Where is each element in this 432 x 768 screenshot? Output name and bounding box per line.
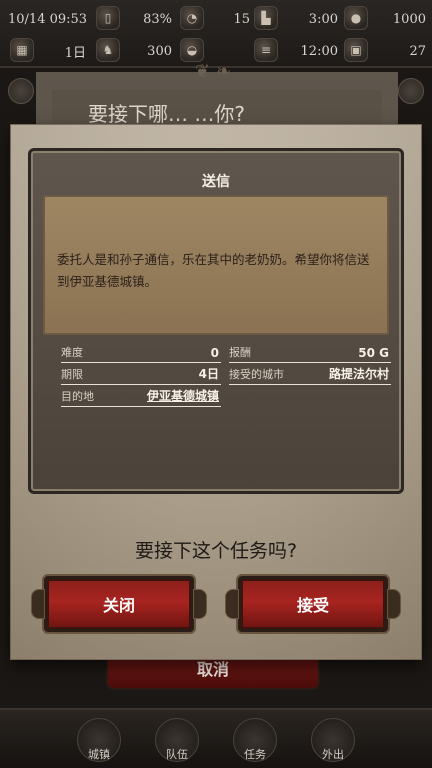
button-cap-left [31, 589, 45, 619]
nav-town-label: 城镇 [88, 748, 110, 761]
difficulty-label: 难度 [61, 346, 83, 359]
accept-city-value: 路提法尔村 [328, 367, 389, 381]
boot-icon: ▙ [254, 6, 278, 30]
quest-description: 委托人是和孙子通信，乐在其中的老奶奶。希望你将信送到伊亚基德城镇。 [57, 252, 370, 289]
nav-party[interactable]: 队伍 [142, 718, 212, 768]
stamina-icon: ◔ [180, 6, 204, 30]
destination-field: 目的地 伊亚基德城镇 [61, 387, 221, 407]
close-button-label: 关闭 [102, 596, 135, 615]
nav-outing[interactable]: 外出 [298, 718, 368, 768]
settings-gear-icon[interactable] [8, 78, 34, 104]
quest-title: 送信 [202, 174, 230, 190]
description-box: 委托人是和孙子通信，乐在其中的老奶奶。希望你将信送到伊亚基德城镇。 [43, 195, 389, 335]
calendar-icon: ▦ [10, 38, 34, 62]
coin-stack-icon: ● [344, 6, 368, 30]
nav-quest-label: 任务 [244, 748, 266, 761]
reward-label: 报酬 [229, 346, 251, 359]
status-row-1: 10/14 09:53 ▯ 83% ◔ 15 ▙ 3:00 ● 1000 [0, 6, 432, 36]
deadline-label: 期限 [61, 368, 83, 381]
accept-button[interactable]: 接受 [225, 576, 401, 632]
difficulty-value: 0 [210, 346, 219, 360]
percent-text: 83% [143, 11, 172, 27]
deadline-field: 期限 4日 [61, 365, 221, 385]
deadline-value: 4日 [198, 367, 219, 381]
accept-button-label: 接受 [296, 596, 329, 615]
button-cap-right [193, 589, 207, 619]
accept-city-label: 接受的城市 [229, 368, 284, 381]
count-text: 15 [233, 11, 250, 27]
nav-quest[interactable]: 任务 [220, 718, 290, 768]
value1-text: 1000 [392, 11, 426, 27]
nav-town[interactable]: 城镇 [64, 718, 134, 768]
chest-icon: ▣ [344, 38, 368, 62]
nav-outing-label: 外出 [322, 748, 344, 761]
accept-city-field: 接受的城市 路提法尔村 [229, 365, 391, 385]
quest-dialog: 送信 委托人是和孙子通信，乐在其中的老奶奶。希望你将信送到伊亚基德城镇。 难度 … [10, 124, 422, 660]
value3-text: 27 [409, 43, 426, 59]
datetime-text: 10/14 09:53 [8, 11, 88, 27]
close-button[interactable]: 关闭 [31, 576, 207, 632]
phone-icon: ▯ [96, 6, 120, 30]
quest-card: 送信 委托人是和孙子通信，乐在其中的老奶奶。希望你将信送到伊亚基德城镇。 难度 … [28, 148, 404, 494]
day-text: 1日 [64, 45, 86, 61]
button-cap-right [387, 589, 401, 619]
destination-value[interactable]: 伊亚基德城镇 [94, 387, 221, 404]
button-cap-left [225, 589, 239, 619]
time2-text: 12:00 [300, 43, 338, 59]
menu-icon[interactable] [398, 78, 424, 104]
accept-prompt: 要接下这个任务吗? [134, 540, 298, 562]
destination-label: 目的地 [61, 390, 94, 403]
bottom-nav: 城镇 队伍 任务 外出 [0, 708, 432, 768]
difficulty-field: 难度 0 [61, 343, 221, 363]
reward-value: 50 G [358, 346, 389, 360]
time1-text: 3:00 [308, 11, 338, 27]
reward-field: 报酬 50 G [229, 343, 391, 363]
rabbit-icon: ♞ [96, 38, 120, 62]
nav-party-label: 队伍 [166, 748, 188, 761]
